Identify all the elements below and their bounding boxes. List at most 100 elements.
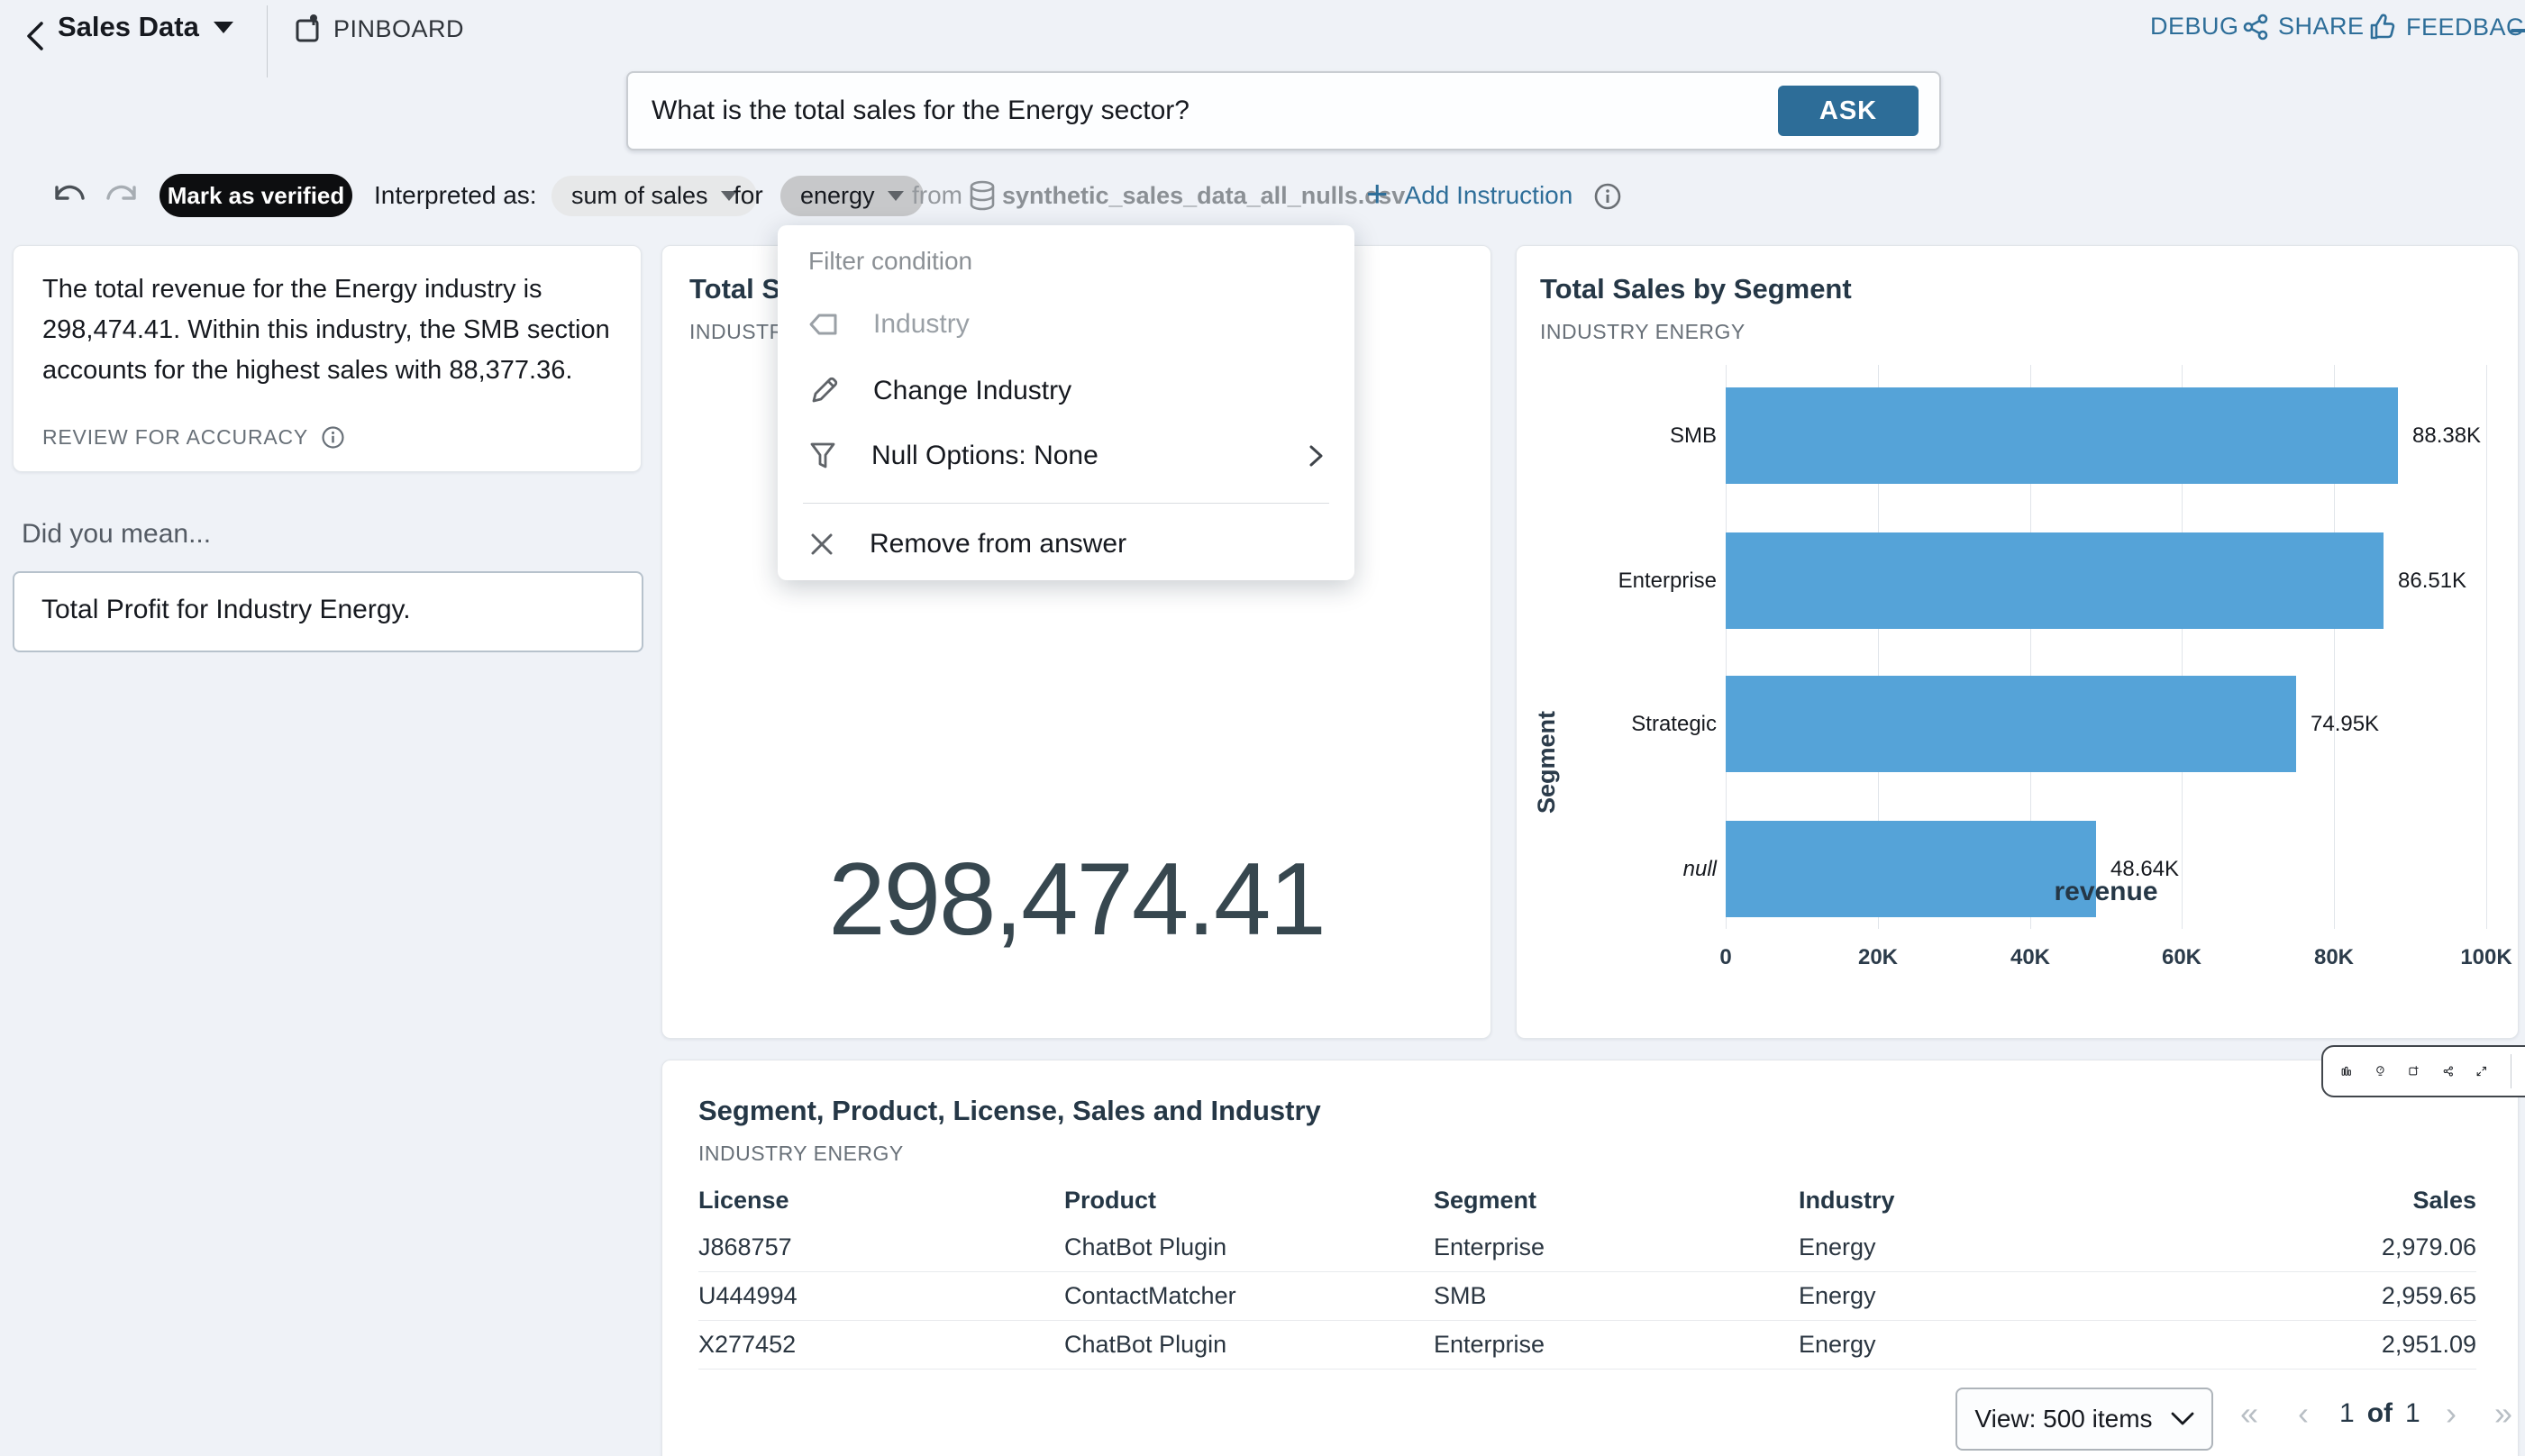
pencil-icon	[808, 376, 839, 406]
cell-sales: 2,951.09	[2382, 1322, 2476, 1367]
last-page-button[interactable]: »	[2494, 1395, 2512, 1433]
menu-item-label: Change Industry	[873, 376, 1071, 406]
undo-button[interactable]	[50, 178, 90, 213]
table-row[interactable]: X277452 ChatBot Plugin Enterprise Energy…	[698, 1322, 2476, 1367]
chevron-down-icon	[888, 191, 904, 201]
prev-page-button[interactable]: ‹	[2298, 1395, 2309, 1433]
view-items-dropdown[interactable]: View: 500 items	[1955, 1388, 2213, 1451]
chart-type-icon[interactable]	[2341, 1058, 2352, 1085]
funnel-icon	[808, 441, 837, 471]
cell-industry: Energy	[1799, 1273, 1876, 1318]
cell-sales: 2,959.65	[2382, 1273, 2476, 1318]
chevron-right-icon	[1304, 441, 1327, 471]
bar-smb[interactable]	[1726, 387, 2398, 484]
row-divider	[698, 1320, 2476, 1321]
cell-license: U444994	[698, 1273, 798, 1318]
gridline	[2486, 365, 2487, 929]
col-header-industry[interactable]: Industry	[1799, 1178, 1895, 1223]
debug-label: DEBUG	[2150, 13, 2239, 41]
visual-actions-toolbar	[2321, 1045, 2525, 1097]
info-icon[interactable]	[1593, 182, 1622, 211]
review-label: REVIEW FOR ACCURACY	[42, 425, 308, 450]
cell-product: ChatBot Plugin	[1064, 1322, 1226, 1367]
value-label: 74.95K	[2311, 676, 2379, 772]
source-file-label: synthetic_sales_data_all_nulls.csv	[1002, 174, 1405, 217]
cell-product: ChatBot Plugin	[1064, 1224, 1226, 1269]
share-button[interactable]: SHARE	[2242, 13, 2365, 41]
feedback-button[interactable]: FEEDBACK	[2368, 13, 2525, 41]
mark-as-verified-button[interactable]: Mark as verified	[160, 174, 352, 217]
col-header-segment[interactable]: Segment	[1434, 1178, 1536, 1223]
add-instruction-button[interactable]: + Add Instruction	[1366, 174, 1572, 217]
header-divider	[267, 5, 268, 77]
col-header-sales[interactable]: Sales	[2412, 1178, 2476, 1223]
chevron-down-icon	[2171, 1412, 2194, 1426]
share-icon[interactable]	[2443, 1058, 2454, 1085]
share-icon	[2242, 14, 2269, 41]
menu-item-null-options[interactable]: Null Options: None	[778, 427, 1354, 485]
menu-item-change-industry[interactable]: Change Industry	[778, 362, 1354, 420]
category-label: SMB	[1536, 387, 1717, 484]
next-page-button[interactable]: ›	[2446, 1395, 2457, 1433]
menu-item-industry: Industry	[778, 296, 1354, 353]
menu-header: Filter condition	[808, 247, 972, 276]
expand-icon[interactable]	[2476, 1058, 2487, 1085]
menu-item-remove-from-answer[interactable]: Remove from answer	[778, 515, 1354, 573]
table-subtitle: INDUSTRY ENERGY	[698, 1142, 904, 1166]
ask-button[interactable]: ASK	[1778, 86, 1919, 136]
menu-item-label: Industry	[873, 309, 970, 340]
cell-segment: Enterprise	[1434, 1322, 1545, 1367]
row-divider	[698, 1271, 2476, 1272]
suggestion-text: Total Profit for Industry Energy.	[41, 573, 411, 647]
table-row[interactable]: J868757 ChatBot Plugin Enterprise Energy…	[698, 1224, 2476, 1269]
bar-enterprise[interactable]	[1726, 532, 2384, 629]
insight-bulb-icon[interactable]	[2375, 1057, 2385, 1086]
filter-chip-energy[interactable]: energy	[780, 176, 924, 216]
collapsed-menu-icon[interactable]	[2511, 29, 2525, 32]
table-header-row: License Product Segment Industry Sales	[698, 1178, 2476, 1223]
col-header-product[interactable]: Product	[1064, 1178, 1156, 1223]
share-label: SHARE	[2278, 13, 2365, 41]
x-tick: 40K	[1994, 945, 2066, 970]
redo-button[interactable]	[101, 178, 141, 213]
database-icon	[968, 180, 997, 213]
category-label: Strategic	[1536, 676, 1717, 772]
total-pages: 1	[2405, 1398, 2420, 1429]
ask-bar[interactable]: What is the total sales for the Energy s…	[626, 71, 1941, 150]
info-icon[interactable]	[321, 425, 345, 450]
menu-item-label: Remove from answer	[870, 529, 1126, 560]
bar-strategic[interactable]	[1726, 676, 2296, 772]
bar-chart-card: Total Sales by Segment INDUSTRY ENERGY S…	[1516, 245, 2519, 1039]
x-axis-label: revenue	[1726, 877, 2486, 907]
x-tick: 0	[1690, 945, 1762, 970]
col-header-license[interactable]: License	[698, 1178, 789, 1223]
feedback-label: FEEDBACK	[2406, 14, 2525, 41]
filter-context-menu: Filter condition Industry Change Industr…	[778, 225, 1354, 580]
narrative-text: The total revenue for the Energy industr…	[42, 269, 615, 391]
did-you-mean-suggestion[interactable]: Total Profit for Industry Energy.	[13, 571, 643, 652]
pin-to-board-icon[interactable]	[2408, 1057, 2419, 1086]
kpi-value: 298,474.41	[662, 841, 1490, 959]
first-page-button[interactable]: «	[2240, 1395, 2258, 1433]
row-divider	[698, 1369, 2476, 1370]
filter-chip-label: energy	[800, 182, 875, 210]
back-button[interactable]	[20, 18, 50, 54]
debug-button[interactable]: DEBUG	[2150, 13, 2239, 41]
dataset-title: Sales Data	[58, 11, 199, 43]
cell-industry: Energy	[1799, 1322, 1876, 1367]
table-row[interactable]: U444994 ContactMatcher SMB Energy 2,959.…	[698, 1273, 2476, 1318]
category-label: Enterprise	[1536, 532, 1717, 629]
chart-subtitle: INDUSTRY ENERGY	[1540, 320, 1746, 344]
pinboard-button[interactable]: PINBOARD	[294, 13, 464, 45]
cell-product: ContactMatcher	[1064, 1273, 1236, 1318]
value-label: 88.38K	[2412, 387, 2481, 484]
tag-icon	[808, 310, 839, 339]
menu-divider	[803, 503, 1329, 504]
review-for-accuracy: REVIEW FOR ACCURACY	[42, 425, 345, 450]
interpreted-as-label: Interpreted as:	[374, 174, 537, 217]
current-page: 1	[2339, 1398, 2355, 1429]
question-input[interactable]: What is the total sales for the Energy s…	[652, 73, 1190, 149]
dataset-selector[interactable]: Sales Data	[58, 11, 233, 43]
metric-chip[interactable]: sum of sales	[551, 176, 757, 216]
pinboard-icon	[294, 13, 323, 45]
